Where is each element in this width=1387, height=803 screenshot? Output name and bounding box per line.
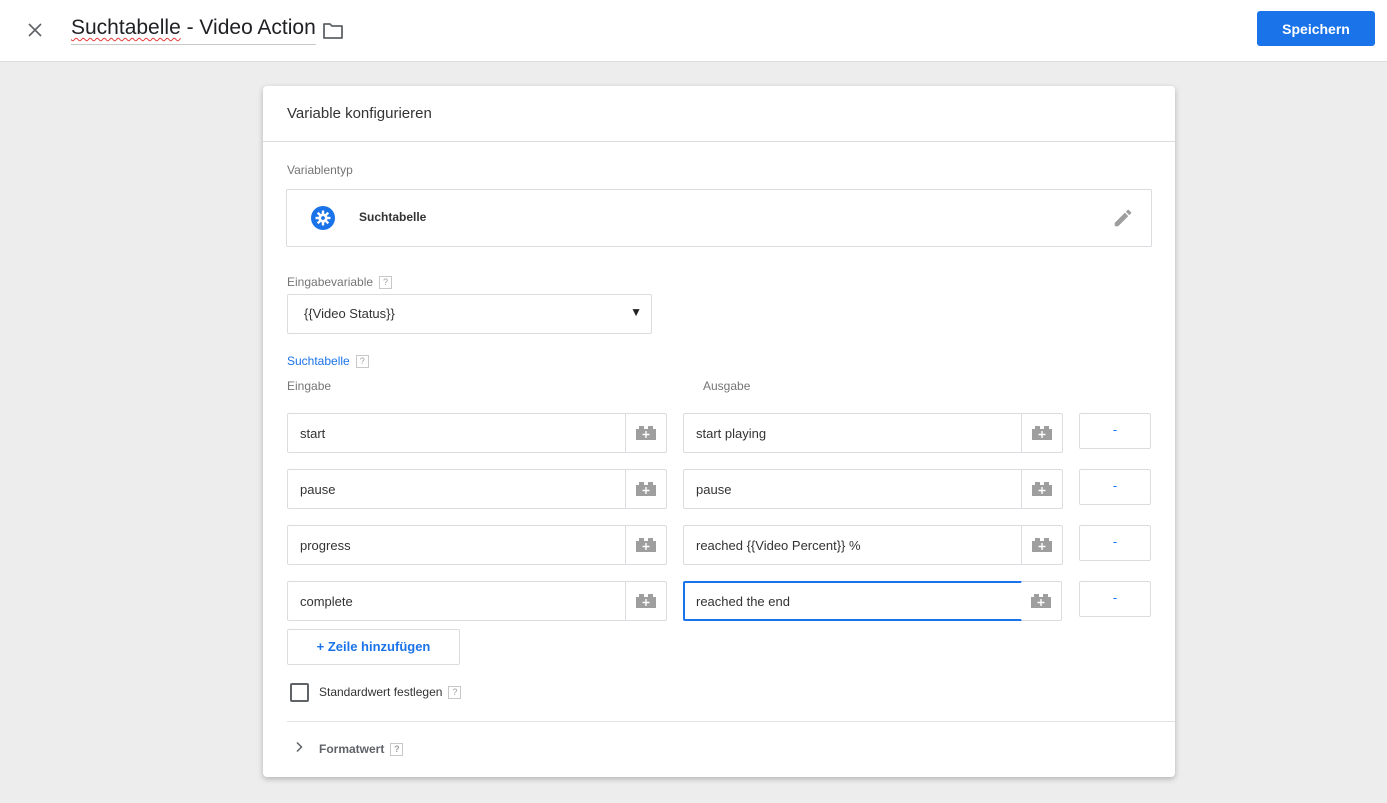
variable-block-icon — [1032, 482, 1052, 496]
row-output-field — [683, 469, 1063, 509]
variable-block-icon — [1031, 594, 1051, 608]
variable-type-selector[interactable]: Suchtabelle — [286, 189, 1152, 247]
close-button[interactable] — [22, 17, 48, 43]
row-input[interactable] — [288, 414, 626, 452]
insert-variable-button[interactable] — [1021, 414, 1062, 452]
row-output-field — [683, 413, 1063, 453]
chevron-right-icon[interactable] — [293, 741, 305, 753]
folder-icon — [323, 23, 343, 39]
configure-variable-card: Variable konfigurieren Variablentyp Such… — [263, 86, 1175, 777]
remove-row-button[interactable]: - — [1079, 525, 1151, 561]
output-variable-button-wrap — [1021, 581, 1062, 621]
help-icon[interactable]: ? — [355, 355, 369, 368]
row-output-field-focused — [683, 581, 1023, 621]
row-input-field — [287, 469, 667, 509]
close-icon — [28, 23, 42, 37]
default-value-checkbox[interactable] — [290, 683, 309, 702]
title-part-1: Suchtabelle — [71, 16, 181, 39]
remove-row-button[interactable]: - — [1079, 413, 1151, 449]
remove-row-button[interactable]: - — [1079, 469, 1151, 505]
gear-icon — [311, 206, 335, 230]
insert-variable-button[interactable] — [625, 470, 666, 508]
folder-button[interactable] — [321, 19, 345, 43]
insert-variable-button[interactable] — [625, 526, 666, 564]
row-input-field — [287, 581, 667, 621]
lookup-table-label: Suchtabelle? — [287, 354, 369, 368]
insert-variable-button[interactable] — [625, 582, 666, 620]
row-output-field — [683, 525, 1063, 565]
input-variable-label-text: Eingabevariable — [287, 275, 374, 289]
row-input[interactable] — [288, 470, 626, 508]
row-input[interactable] — [288, 582, 626, 620]
row-output[interactable] — [684, 470, 1022, 508]
input-variable-select[interactable]: {{Video Status}} ▼ — [287, 294, 652, 334]
insert-variable-button[interactable] — [1021, 526, 1062, 564]
help-icon[interactable]: ? — [448, 686, 462, 699]
input-column-label: Eingabe — [287, 379, 332, 393]
input-variable-label: Eingabevariable? — [287, 275, 393, 289]
row-output[interactable] — [684, 414, 1022, 452]
format-value-label[interactable]: Formatwert? — [319, 742, 404, 756]
variable-type-label: Variablentyp — [287, 163, 353, 177]
insert-variable-button[interactable] — [625, 414, 666, 452]
lookup-table-label-text: Suchtabelle — [287, 354, 350, 368]
variable-block-icon — [636, 482, 656, 496]
row-input[interactable] — [288, 526, 626, 564]
row-output[interactable] — [685, 583, 1021, 619]
variable-type-name: Suchtabelle — [359, 210, 427, 224]
remove-row-button[interactable]: - — [1079, 581, 1151, 617]
save-button[interactable]: Speichern — [1257, 11, 1375, 46]
default-value-label: Standardwert festlegen? — [319, 685, 462, 699]
variable-block-icon — [1032, 538, 1052, 552]
variable-block-icon — [636, 426, 656, 440]
page-title[interactable]: Suchtabelle - Video Action — [71, 16, 316, 45]
insert-variable-button[interactable] — [1021, 582, 1061, 620]
title-part-2: - Video Action — [180, 16, 316, 39]
format-value-label-text: Formatwert — [319, 742, 385, 756]
row-input-field — [287, 525, 667, 565]
insert-variable-button[interactable] — [1021, 470, 1062, 508]
row-output[interactable] — [684, 526, 1022, 564]
pencil-icon[interactable] — [1112, 207, 1134, 229]
dropdown-arrow-icon: ▼ — [630, 305, 642, 319]
top-bar: Suchtabelle - Video Action Speichern — [0, 0, 1387, 62]
variable-block-icon — [1032, 426, 1052, 440]
default-value-label-text: Standardwert festlegen — [319, 685, 443, 699]
variable-block-icon — [636, 538, 656, 552]
card-title: Variable konfigurieren — [263, 86, 1175, 142]
variable-block-icon — [636, 594, 656, 608]
output-column-label: Ausgabe — [703, 379, 751, 393]
help-icon[interactable]: ? — [390, 743, 404, 756]
add-row-button[interactable]: + Zeile hinzufügen — [287, 629, 460, 665]
divider — [287, 721, 1175, 722]
input-variable-value: {{Video Status}} — [304, 306, 395, 321]
row-input-field — [287, 413, 667, 453]
help-icon[interactable]: ? — [379, 276, 393, 289]
